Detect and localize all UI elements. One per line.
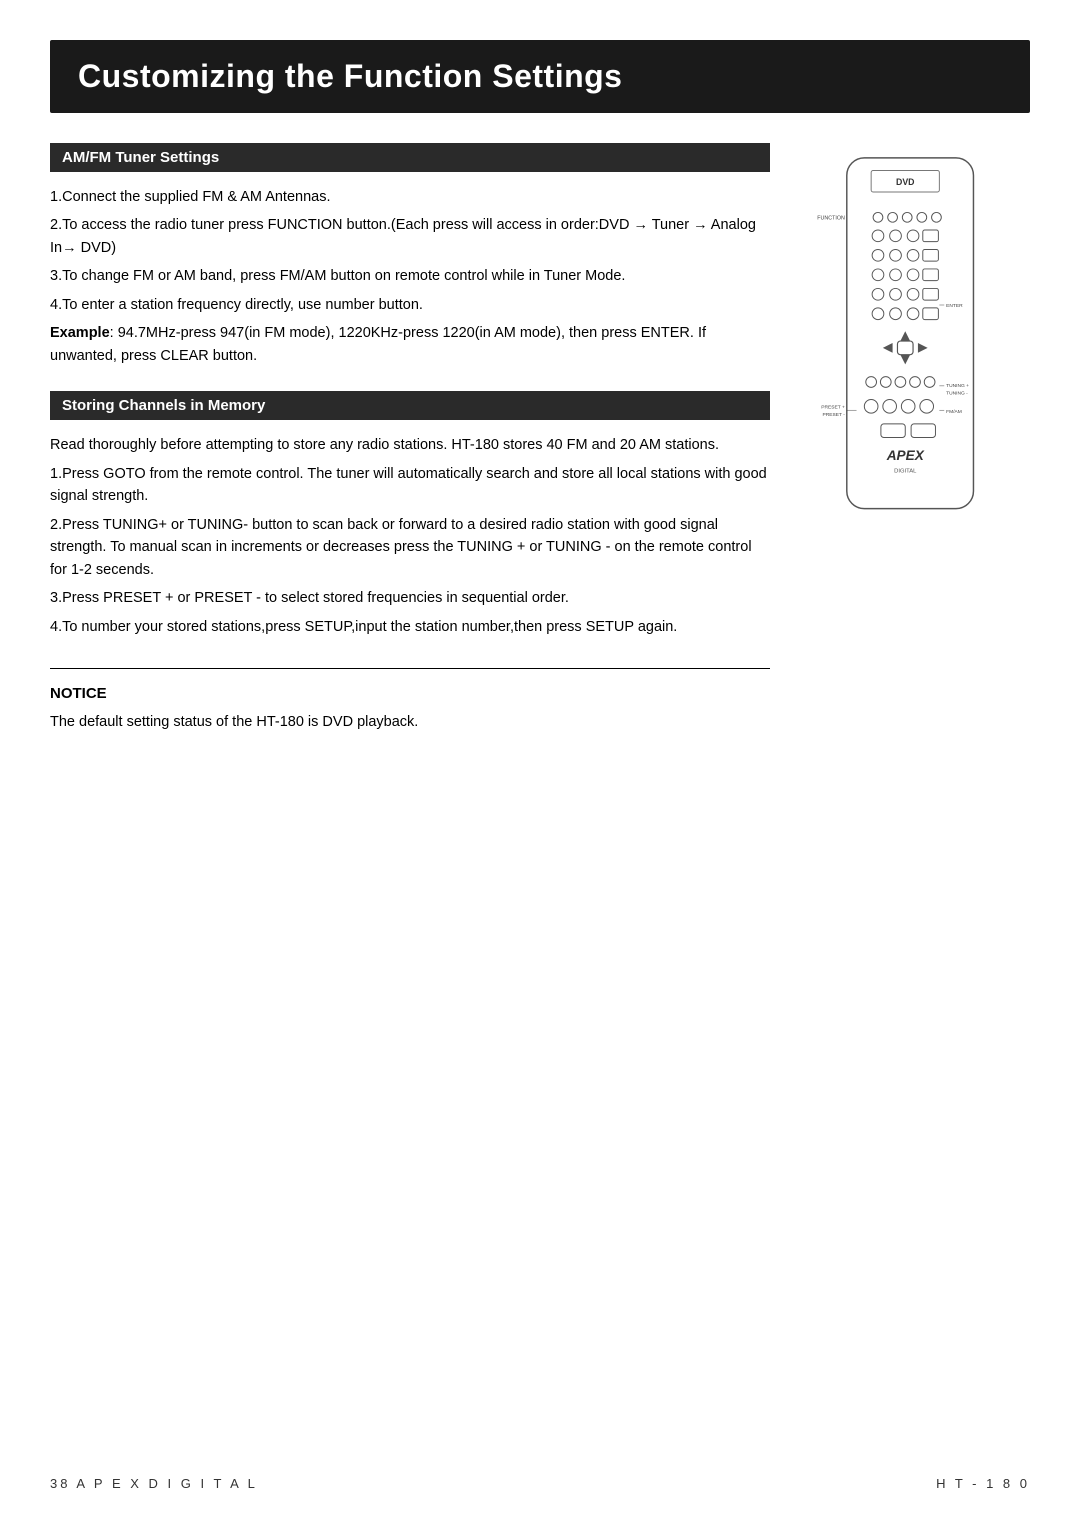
svg-text:TUNING +: TUNING + [946,383,969,389]
title-section: Customizing the Function Settings [50,40,1030,113]
amfm-content: 1.Connect the supplied FM & AM Antennas.… [50,186,770,367]
storing-para-2: 1.Press GOTO from the remote control. Th… [50,463,770,508]
svg-text:FM/AM: FM/AM [946,409,962,415]
notice-divider [50,668,770,669]
remote-control-diagram: DVD FUNCTION [815,153,1015,533]
amfm-para-3: 3.To change FM or AM band, press FM/AM b… [50,265,770,287]
amfm-section-header: AM/FM Tuner Settings [50,143,770,172]
storing-para-5: 4.To number your stored stations,press S… [50,616,770,638]
svg-text:FUNCTION: FUNCTION [817,215,845,221]
storing-para-3: 2.Press TUNING+ or TUNING- button to sca… [50,514,770,581]
svg-text:PRESET -: PRESET - [823,412,846,418]
remote-svg-container: DVD FUNCTION [800,153,1030,533]
amfm-header-label: AM/FM Tuner Settings [62,149,219,166]
example-bold: Example [50,325,110,341]
amfm-para-5: Example: 94.7MHz-press 947(in FM mode), … [50,322,770,367]
page: Customizing the Function Settings AM/FM … [0,0,1080,1527]
content-area: AM/FM Tuner Settings 1.Connect the suppl… [50,143,1030,734]
footer: 38 A P E X D I G I T A L H T - 1 8 0 [50,1476,1030,1491]
svg-text:PRESET +: PRESET + [821,404,845,410]
storing-para-1: Read thoroughly before attempting to sto… [50,434,770,456]
text-column: AM/FM Tuner Settings 1.Connect the suppl… [50,143,770,734]
remote-column: DVD FUNCTION [800,143,1030,734]
storing-para-4: 3.Press PRESET + or PRESET - to select s… [50,587,770,609]
notice-title: NOTICE [50,685,770,702]
svg-text:DIGITAL: DIGITAL [894,469,917,475]
amfm-para-1: 1.Connect the supplied FM & AM Antennas. [50,186,770,208]
notice-text: The default setting status of the HT-180… [50,712,770,734]
amfm-para-4: 4.To enter a station frequency directly,… [50,294,770,316]
svg-text:APEX: APEX [886,448,925,463]
storing-content: Read thoroughly before attempting to sto… [50,434,770,638]
page-title: Customizing the Function Settings [78,58,1002,95]
svg-text:DVD: DVD [896,177,914,187]
amfm-para-2: 2.To access the radio tuner press FUNCTI… [50,214,770,259]
footer-left: 38 A P E X D I G I T A L [50,1476,258,1491]
storing-header-label: Storing Channels in Memory [62,397,265,414]
storing-section-header: Storing Channels in Memory [50,391,770,420]
svg-text:TUNING -: TUNING - [946,391,968,397]
svg-text:ENTER: ENTER [946,303,963,309]
footer-right: H T - 1 8 0 [936,1476,1030,1491]
